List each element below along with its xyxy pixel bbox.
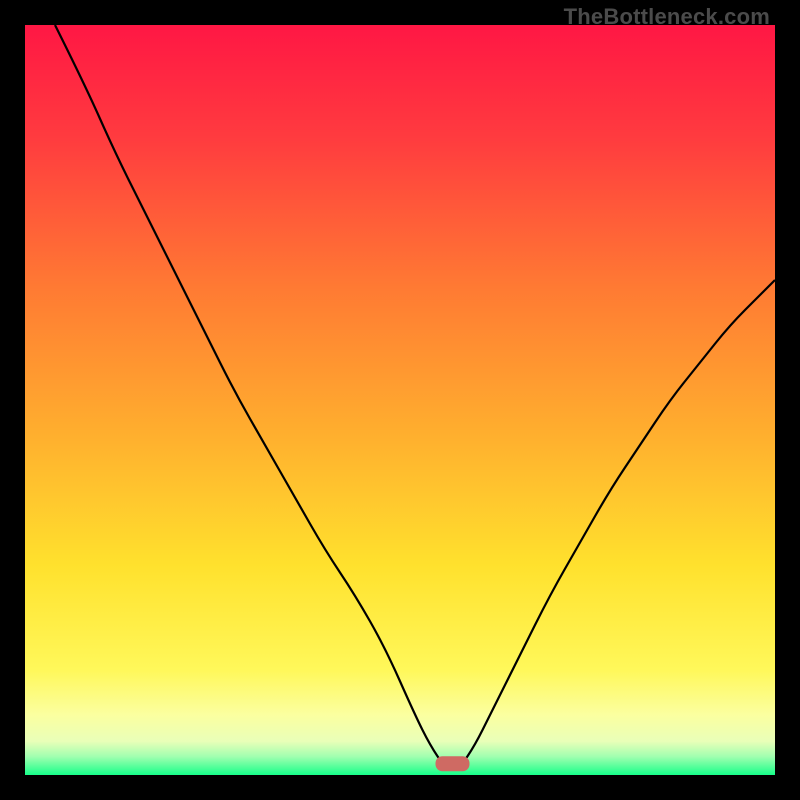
bottleneck-chart	[25, 25, 775, 775]
optimal-point-marker	[436, 756, 470, 771]
chart-background	[25, 25, 775, 775]
chart-frame	[25, 25, 775, 775]
